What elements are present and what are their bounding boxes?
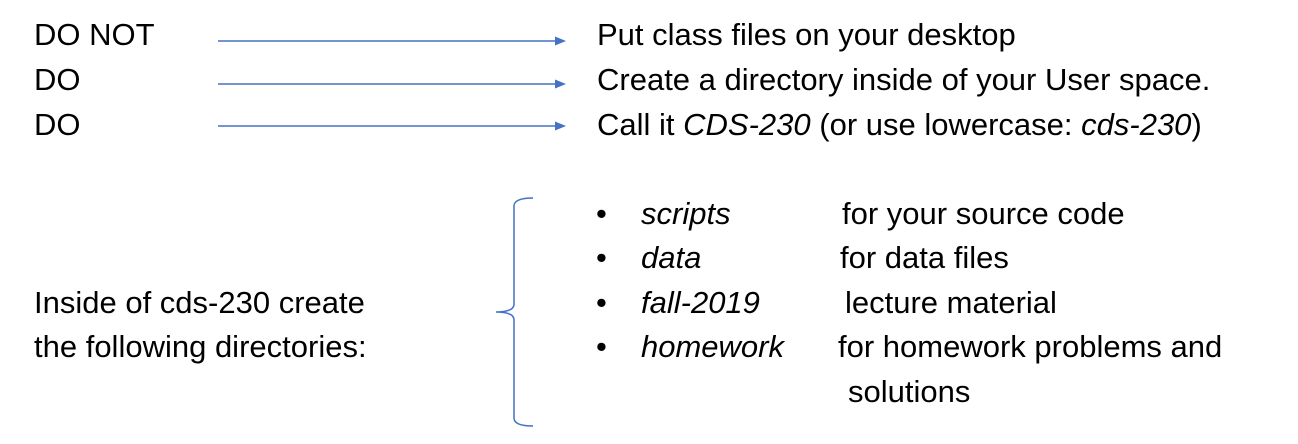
bullet-4: • — [596, 329, 607, 364]
directory-name-fall-2019: fall-2019 — [641, 285, 760, 320]
directory-desc-homework-continued: solutions — [848, 374, 971, 409]
directory-desc-homework: for homework problems and — [838, 329, 1223, 364]
directory-name-data: data — [641, 240, 702, 275]
directory-desc-data: for data files — [840, 240, 1009, 275]
directory-name-homework: homework — [641, 329, 784, 364]
directory-desc-scripts: for your source code — [842, 196, 1125, 231]
bullet-2: • — [596, 240, 607, 275]
directory-desc-fall-2019: lecture material — [845, 285, 1057, 320]
directory-name-scripts: scripts — [641, 196, 731, 231]
bullet-1: • — [596, 196, 607, 231]
bullet-3: • — [596, 285, 607, 320]
